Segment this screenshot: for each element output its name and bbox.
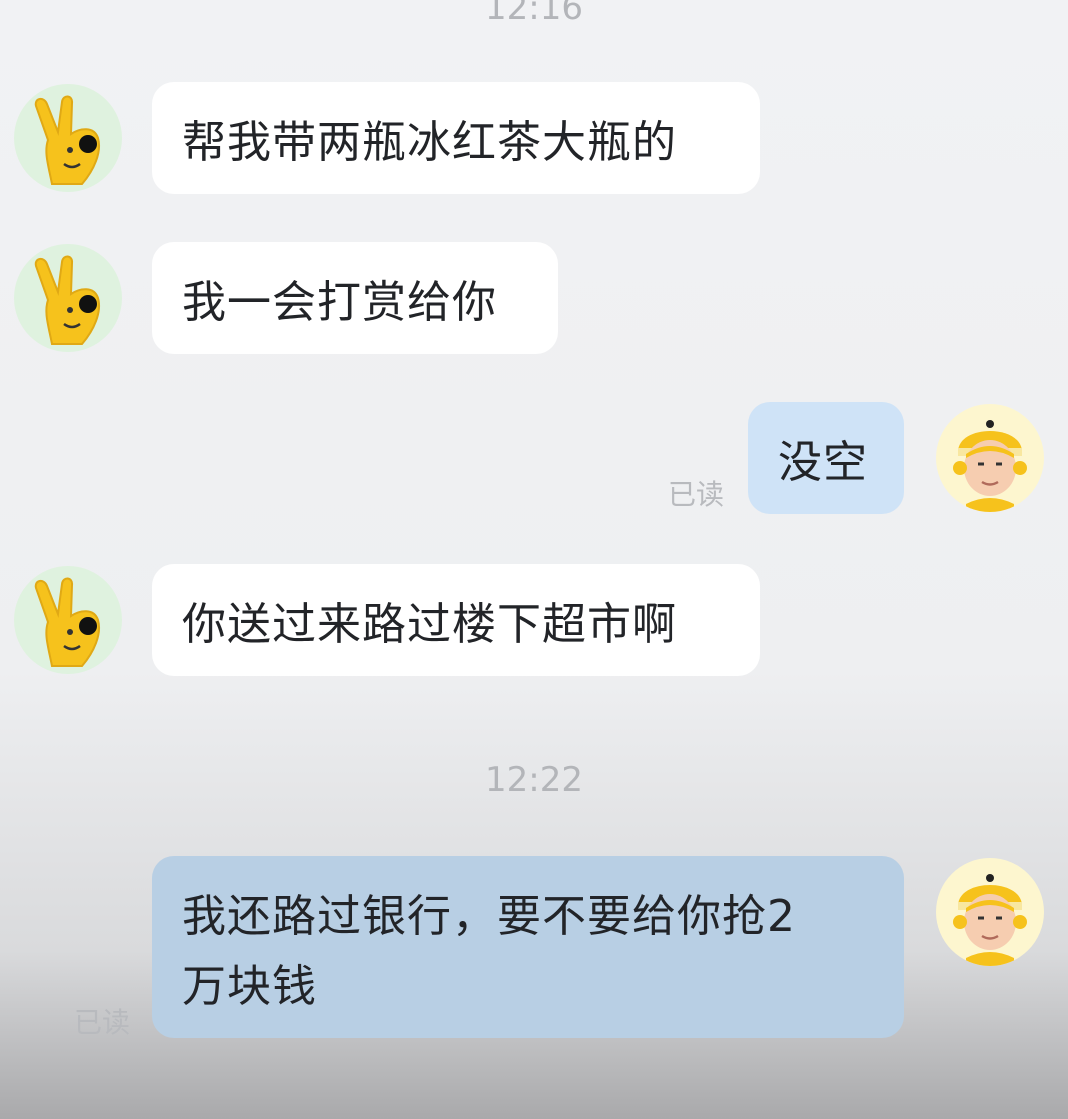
message-text-line: 我还路过银行，要不要给你抢2 <box>182 891 796 942</box>
message-text-line: 万块钱 <box>182 961 317 1012</box>
message-bubble-outgoing[interactable]: 没空 <box>748 402 904 514</box>
hand-mascot-icon[interactable] <box>14 566 122 674</box>
hand-mascot-icon[interactable] <box>14 84 122 192</box>
message-bubble-outgoing[interactable]: 我还路过银行，要不要给你抢2 万块钱 <box>152 856 904 1038</box>
chat-conversation: 12:16 帮我带两瓶冰红茶大瓶的 我一会打赏给你 已读 没空 你送过来路过楼下… <box>0 0 1068 1119</box>
message-bubble-incoming[interactable]: 我一会打赏给你 <box>152 242 558 354</box>
delivery-rider-icon[interactable] <box>936 858 1044 966</box>
timestamp: 12:16 <box>485 0 583 28</box>
read-status: 已读 <box>668 478 725 511</box>
read-status: 已读 <box>74 1006 131 1039</box>
message-bubble-incoming[interactable]: 你送过来路过楼下超市啊 <box>152 564 760 676</box>
hand-mascot-icon[interactable] <box>14 244 122 352</box>
message-bubble-incoming[interactable]: 帮我带两瓶冰红茶大瓶的 <box>152 82 760 194</box>
delivery-rider-icon[interactable] <box>936 404 1044 512</box>
timestamp: 12:22 <box>485 760 583 800</box>
